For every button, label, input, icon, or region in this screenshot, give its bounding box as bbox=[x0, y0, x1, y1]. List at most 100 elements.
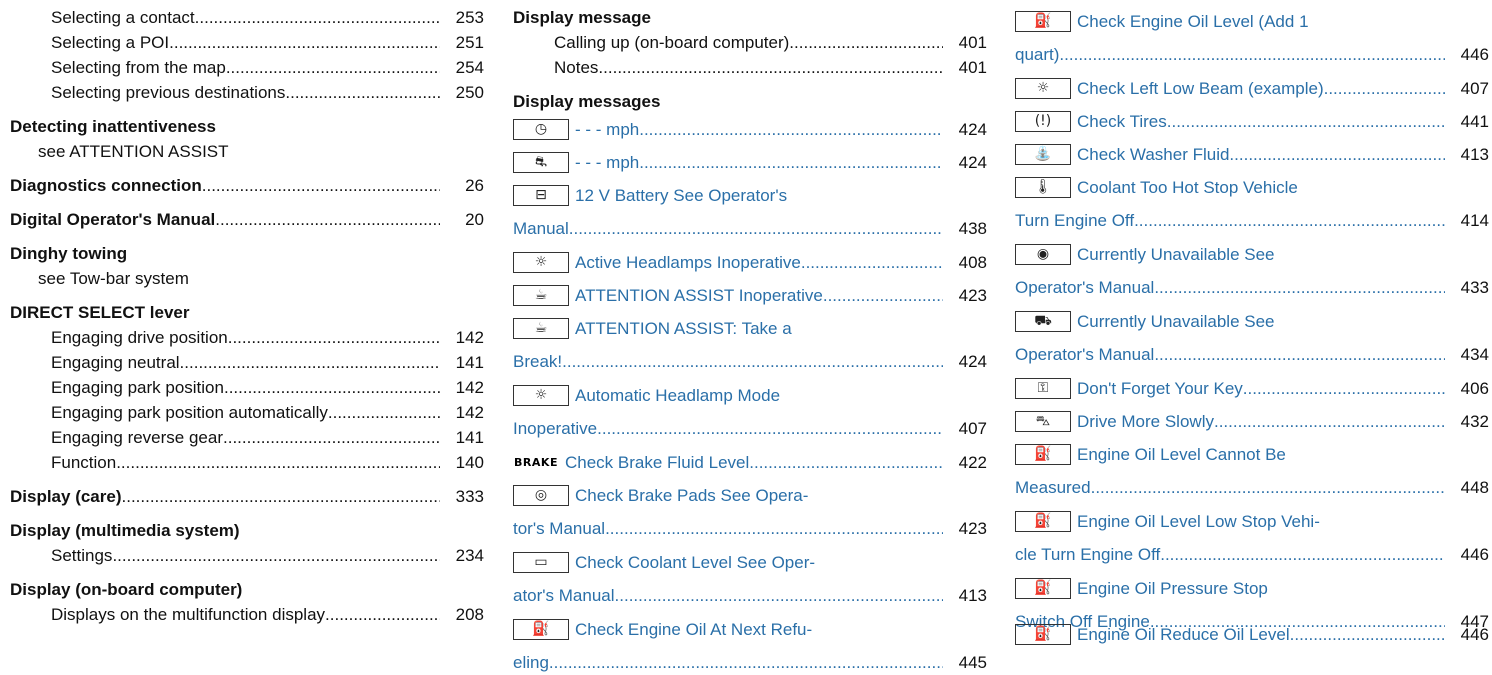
dot-leader: ........................................… bbox=[789, 33, 943, 52]
display-message-entry[interactable]: ⛲ Check Washer Fluid.....................… bbox=[1015, 143, 1489, 167]
index-subentry: Selecting a contact.....................… bbox=[10, 6, 484, 30]
display-message-entry[interactable]: ⚿ Don't Forget Your Key..................… bbox=[1015, 377, 1489, 401]
display-message-entry-second-line[interactable]: Manual..................................… bbox=[513, 217, 987, 241]
index-heading: Display messages bbox=[513, 90, 660, 114]
entry-text: Drive More Slowly bbox=[1077, 412, 1214, 431]
page-number: 333 bbox=[455, 487, 484, 506]
index-heading: DIRECT SELECT lever bbox=[10, 301, 190, 325]
entry-text: Displays on the multifunction display bbox=[51, 605, 326, 624]
display-message-entry-second-line[interactable]: eling...................................… bbox=[513, 651, 987, 675]
display-message-entry-second-line[interactable]: ator's Manual...........................… bbox=[513, 584, 987, 608]
page-number: 422 bbox=[958, 453, 987, 472]
dot-leader: ........................................… bbox=[285, 83, 440, 102]
entry-text-line-1: Currently Unavailable See bbox=[1077, 312, 1275, 331]
entry-text-line-1: Check Engine Oil Level (Add 1 bbox=[1077, 12, 1309, 31]
entry-text: ATTENTION ASSIST Inoperative bbox=[575, 286, 823, 305]
display-message-entry[interactable]: (!) Check Tires..........................… bbox=[1015, 110, 1489, 134]
display-message-entry-first-line[interactable]: 🌡 Coolant Too Hot Stop Vehicle bbox=[1015, 176, 1298, 200]
coolant-temp-icon: 🌡 bbox=[1015, 177, 1071, 198]
key-icon: ⚿ bbox=[1015, 378, 1071, 399]
dot-leader: ........................................… bbox=[639, 153, 943, 172]
display-message-entry[interactable]: ☼ Check Left Low Beam (example)..........… bbox=[1015, 77, 1489, 101]
abs-icon: ◉ bbox=[1015, 244, 1071, 265]
dot-leader: ........................................… bbox=[1289, 625, 1445, 644]
entry-text: Selecting a POI bbox=[51, 33, 170, 52]
display-message-entry-first-line[interactable]: ▭ Check Coolant Level See Oper- bbox=[513, 551, 815, 575]
entry-text: Notes bbox=[554, 58, 599, 77]
entry-text: Check Brake Fluid Level bbox=[565, 453, 750, 472]
page-number: 251 bbox=[455, 33, 484, 52]
display-message-entry-second-line[interactable]: Operator's Manual.......................… bbox=[1015, 343, 1489, 367]
entry-text: Diagnostics connection bbox=[10, 176, 202, 195]
entry-text: - - - mph bbox=[575, 153, 640, 172]
dot-leader: ........................................… bbox=[1154, 278, 1446, 297]
entry-text: Engaging drive position bbox=[51, 328, 228, 347]
dot-leader: ........................................… bbox=[598, 58, 944, 77]
index-subentry: Notes...................................… bbox=[513, 56, 987, 80]
entry-text: Operator's Manual bbox=[1015, 278, 1155, 297]
display-message-entry[interactable]: ⛐ - - - mph..............................… bbox=[513, 151, 987, 175]
dot-leader: ........................................… bbox=[1229, 145, 1446, 164]
index-heading: Detecting inattentiveness bbox=[10, 115, 216, 139]
display-message-entry-second-line[interactable]: Operator's Manual.......................… bbox=[1015, 276, 1489, 300]
index-heading-entry: Display (care)..........................… bbox=[10, 485, 484, 509]
see-reference: see ATTENTION ASSIST bbox=[10, 140, 229, 164]
display-message-entry-first-line[interactable]: ⛽ Engine Oil Level Low Stop Vehi- bbox=[1015, 510, 1320, 534]
display-message-entry-first-line[interactable]: ⛽ Check Engine Oil Level (Add 1 bbox=[1015, 10, 1309, 34]
dot-leader: ........................................… bbox=[749, 453, 943, 472]
page-number: 407 bbox=[1460, 79, 1489, 98]
display-message-entry[interactable]: ☕ ATTENTION ASSIST Inoperative...........… bbox=[513, 284, 987, 308]
display-message-entry-first-line[interactable]: ⛽ Engine Oil Level Cannot Be bbox=[1015, 443, 1286, 467]
display-message-entry-first-line[interactable]: ⛟ Currently Unavailable See bbox=[1015, 310, 1275, 334]
display-message-entry[interactable]: ◷ - - - mph..............................… bbox=[513, 118, 987, 142]
display-message-entry-second-line[interactable]: quart)..................................… bbox=[1015, 43, 1489, 67]
dot-leader: ........................................… bbox=[1059, 45, 1445, 64]
page-number: 434 bbox=[1460, 345, 1489, 364]
display-message-entry-first-line[interactable]: ⛽ Check Engine Oil At Next Refu- bbox=[513, 618, 812, 642]
entry-text-line-1: Check Brake Pads See Opera- bbox=[575, 486, 809, 505]
page-number: 432 bbox=[1460, 412, 1489, 431]
display-message-entry-second-line[interactable]: cle Turn Engine Off.....................… bbox=[1015, 543, 1489, 567]
heading-text: Detecting inattentiveness bbox=[10, 117, 216, 136]
page-number: 448 bbox=[1460, 478, 1489, 497]
index-subentry: Engaging neutral........................… bbox=[10, 351, 484, 375]
page-number: 250 bbox=[455, 83, 484, 102]
display-message-entry-first-line[interactable]: ⛽ Engine Oil Pressure Stop bbox=[1015, 577, 1268, 601]
dot-leader: ........................................… bbox=[548, 653, 943, 672]
index-heading: Display message bbox=[513, 6, 651, 30]
display-message-entry-second-line[interactable]: Measured................................… bbox=[1015, 476, 1489, 500]
display-message-entry-first-line[interactable]: ☼ Automatic Headlamp Mode bbox=[513, 384, 780, 408]
page-number: 142 bbox=[455, 403, 484, 422]
dot-leader: ........................................… bbox=[215, 210, 441, 229]
display-message-entry-first-line[interactable]: ⊟ 12 V Battery See Operator's bbox=[513, 184, 787, 208]
page-number: 424 bbox=[958, 352, 987, 371]
distance-warning-icon: ⛐ bbox=[513, 152, 569, 173]
display-message-entry[interactable]: ⛽ Engine Oil Reduce Oil Level............… bbox=[1015, 623, 1489, 647]
dot-leader: ........................................… bbox=[201, 176, 440, 195]
page-number: 424 bbox=[958, 120, 987, 139]
display-message-entry-second-line[interactable]: Inoperative.............................… bbox=[513, 417, 987, 441]
page-number: 446 bbox=[1460, 45, 1489, 64]
page-number: 433 bbox=[1460, 278, 1489, 297]
display-message-entry-second-line[interactable]: Turn Engine Off.........................… bbox=[1015, 209, 1489, 233]
oil-can-icon: ⛽ bbox=[1015, 624, 1071, 645]
page-number: 414 bbox=[1460, 211, 1489, 230]
display-message-entry-second-line[interactable]: tor's Manual............................… bbox=[513, 517, 987, 541]
display-message-entry-second-line[interactable]: Break!..................................… bbox=[513, 350, 987, 374]
dot-leader: ........................................… bbox=[121, 487, 440, 506]
display-message-entry-first-line[interactable]: ◎ Check Brake Pads See Opera- bbox=[513, 484, 808, 508]
dot-leader: ........................................… bbox=[227, 328, 440, 347]
dot-leader: ........................................… bbox=[1323, 79, 1445, 98]
dot-leader: ........................................… bbox=[1134, 211, 1445, 230]
display-message-entry[interactable]: ☼ Active Headlamps Inoperative...........… bbox=[513, 251, 987, 275]
entry-text: eling bbox=[513, 653, 549, 672]
display-message-entry[interactable]: BRAKE Check Brake Fluid Level............… bbox=[513, 451, 987, 475]
index-subentry: Displays on the multifunction display...… bbox=[10, 603, 484, 627]
display-message-entry-first-line[interactable]: ◉ Currently Unavailable See bbox=[1015, 243, 1275, 267]
page-number: 253 bbox=[455, 8, 484, 27]
page-number: 401 bbox=[958, 58, 987, 77]
entry-text: quart) bbox=[1015, 45, 1060, 64]
entry-text: Check Washer Fluid bbox=[1077, 145, 1230, 164]
display-message-entry[interactable]: ⛍ Drive More Slowly......................… bbox=[1015, 410, 1489, 434]
display-message-entry-first-line[interactable]: ☕ ATTENTION ASSIST: Take a bbox=[513, 317, 792, 341]
